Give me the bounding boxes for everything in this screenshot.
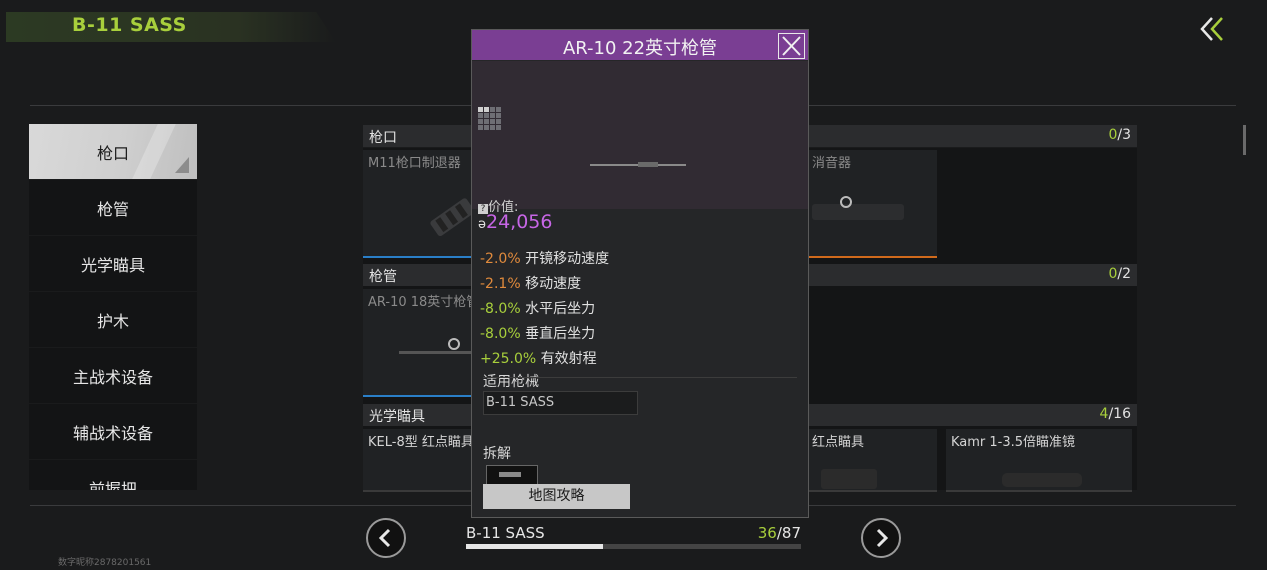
card-name: 红点瞄具: [812, 435, 865, 450]
category-sidebar: 枪口 枪管 光学瞄具 护木 主战术设备 辅战术设备 前握把: [29, 124, 197, 490]
card-name: M11枪口制退器: [368, 156, 461, 171]
sidebar-item-optics[interactable]: 光学瞄具: [29, 236, 197, 291]
map-guide-button[interactable]: 地图攻略: [483, 484, 630, 509]
next-weapon-button[interactable]: [861, 518, 901, 558]
footer-progress-count: 36/87: [757, 524, 801, 542]
stat-row: -2.0% 开镜移动速度: [480, 251, 610, 267]
scope-image: [1002, 473, 1082, 487]
chevron-right-icon: [876, 528, 889, 548]
section-label: 枪口: [369, 130, 397, 146]
page-title: B-11 SASS: [72, 14, 187, 36]
sidebar-item-handguard[interactable]: 护木: [29, 292, 197, 347]
section-count: 0/3: [1108, 127, 1131, 143]
section-count: 0/2: [1108, 266, 1131, 282]
disassemble-item-slot[interactable]: [486, 465, 538, 485]
item-preview: ? 价值: ə24,056: [472, 61, 808, 233]
stat-row: -8.0% 垂直后坐力: [480, 326, 596, 342]
card-name: Kamr 1-3.5倍瞄准镜: [951, 435, 1076, 450]
compat-weapon-field: B-11 SASS: [483, 391, 638, 415]
compat-divider: [483, 377, 797, 378]
part-icon: [499, 472, 521, 477]
section-label: 光学瞄具: [369, 409, 425, 425]
item-value: ə24,056: [478, 211, 553, 233]
close-icon: [782, 36, 801, 56]
prev-weapon-button[interactable]: [366, 518, 406, 558]
card-name: 消音器: [812, 156, 852, 171]
compat-label: 适用枪械: [483, 374, 539, 390]
stat-row: -2.1% 移动速度: [480, 276, 582, 292]
sidebar-item-label: 光学瞄具: [80, 255, 145, 275]
barrel-image: [590, 162, 686, 167]
footer-weapon-name: B-11 SASS: [466, 524, 545, 542]
attachment-card-barrel-18[interactable]: AR-10 18英寸枪管: [363, 289, 488, 397]
sidebar-item-aux-tactical[interactable]: 辅战术设备: [29, 404, 197, 459]
user-id-label: 数字昵称2878201561: [58, 558, 152, 568]
attachment-card-muzzle-brake[interactable]: M11枪口制退器: [363, 150, 488, 258]
progress-fill: [466, 544, 604, 549]
grid-size-icon: [478, 107, 501, 130]
chevron-left-icon: [378, 528, 391, 548]
sidebar-item-foregrip[interactable]: 前握把: [29, 460, 197, 490]
sidebar-item-label: 主战术设备: [72, 367, 153, 387]
sidebar-item-muzzle[interactable]: 枪口: [29, 124, 197, 179]
close-button[interactable]: [778, 33, 805, 59]
currency-icon: ə: [478, 217, 486, 232]
attachment-card-kel8[interactable]: KEL-8型 红点瞄具: [363, 429, 488, 492]
sidebar-item-label: 辅战术设备: [72, 423, 153, 443]
card-name: KEL-8型 红点瞄具: [368, 435, 474, 450]
stat-row: +25.0% 有效射程: [480, 351, 597, 367]
back-button[interactable]: [1192, 12, 1232, 46]
scrollbar[interactable]: [1243, 125, 1246, 155]
lock-icon: [448, 338, 460, 350]
sidebar-item-main-tactical[interactable]: 主战术设备: [29, 348, 197, 403]
sidebar-item-barrel[interactable]: 枪管: [29, 180, 197, 235]
red-dot-image: [821, 469, 877, 489]
stat-row: -8.0% 水平后坐力: [480, 301, 596, 317]
attachment-card-kamr[interactable]: Kamr 1-3.5倍瞄准镜: [946, 429, 1132, 492]
attachment-card-suppressor[interactable]: 消音器: [807, 150, 937, 258]
popup-title: AR-10 22英寸枪管: [562, 38, 718, 59]
progress-bar: [466, 544, 801, 549]
sidebar-item-label: 护木: [96, 311, 129, 331]
suppressor-image: [812, 196, 904, 220]
stat-list: -2.0% 开镜移动速度 -2.1% 移动速度 -8.0% 水平后坐力 -8.0…: [480, 247, 609, 372]
card-name: AR-10 18英寸枪管: [368, 295, 480, 310]
attachment-card-red-dot[interactable]: 红点瞄具: [807, 429, 937, 492]
double-chevron-left-icon: [1200, 17, 1223, 41]
section-count: 4/16: [1099, 406, 1131, 422]
sidebar-item-label: 前握把: [88, 479, 137, 491]
disassemble-label: 拆解: [483, 446, 511, 462]
item-detail-popup: AR-10 22英寸枪管 ?价值: ə24,056 -2.0% 开镜移动速度: [471, 29, 809, 518]
section-label: 枪管: [369, 269, 397, 285]
sidebar-item-label: 枪口: [96, 143, 129, 163]
sidebar-item-label: 枪管: [96, 199, 129, 219]
